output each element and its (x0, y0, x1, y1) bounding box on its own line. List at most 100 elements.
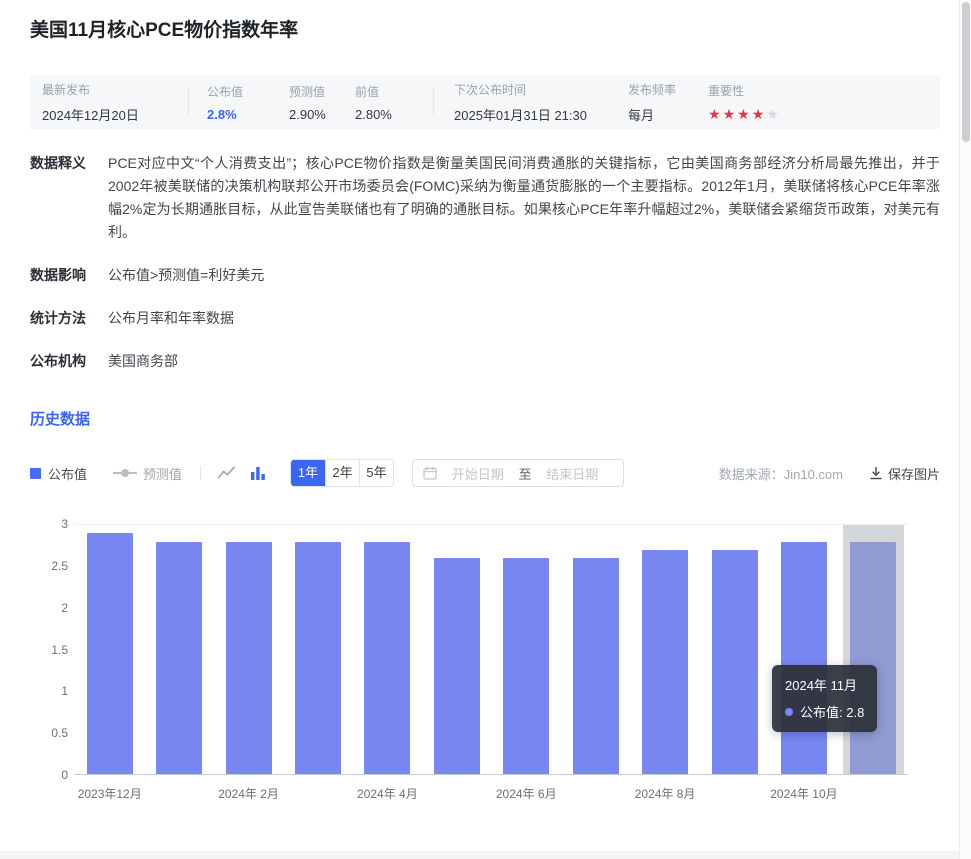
bar-slot[interactable] (353, 525, 422, 774)
summary-divider (433, 87, 434, 117)
x-axis-label: 2024年 10月 (769, 785, 838, 802)
bar-slot[interactable] (75, 525, 144, 774)
data-source-label: 数据来源：Jin10.com (719, 464, 843, 483)
range-button-2y[interactable]: 2年 (325, 460, 359, 486)
summary-actual: 公布值 2.8% (207, 83, 289, 122)
bar-slot[interactable] (630, 525, 699, 774)
bar-chart-toggle-button[interactable] (250, 465, 266, 481)
detail-label: 数据影响 (30, 264, 108, 287)
tooltip-value: 公布值: 2.8 (800, 702, 864, 721)
tooltip-series-dot-icon (785, 708, 793, 716)
bar-chart-icon (250, 465, 266, 481)
bar-slot[interactable] (422, 525, 491, 774)
published-legend-swatch-icon (30, 468, 41, 479)
x-axis-label (700, 785, 769, 802)
y-axis-label: 2.5 (51, 559, 68, 573)
bar-2024年10月[interactable] (781, 542, 827, 774)
page-bottom-edge (0, 851, 959, 859)
y-axis-label: 2 (61, 601, 68, 615)
scrollbar[interactable] (959, 0, 971, 859)
star-icon: ★ (723, 107, 736, 121)
detail-row-method: 统计方法 公布月率和年率数据 (30, 307, 940, 330)
bar-2024年8月[interactable] (642, 550, 688, 774)
forecast-legend-line-dot-icon (113, 469, 137, 477)
bar-2024年3月[interactable] (295, 542, 341, 774)
summary-label: 发布频率 (628, 81, 708, 98)
range-button-5y[interactable]: 5年 (359, 460, 393, 486)
date-range-picker[interactable]: 开始日期 至 结束日期 (412, 459, 624, 487)
save-image-button[interactable]: 保存图片 (869, 464, 940, 483)
summary-label: 预测值 (289, 83, 355, 100)
x-axis-label: 2023年12月 (75, 785, 144, 802)
detail-row-definition: 数据释义 PCE对应中文“个人消费支出”；核心PCE物价指数是衡量美国民间消费通… (30, 152, 940, 244)
detail-content: 美国商务部 (108, 350, 940, 373)
y-axis-label: 1.5 (51, 643, 68, 657)
main-content: 美国11月核心PCE物价指数年率 最新发布 2024年12月20日 公布值 2.… (0, 0, 959, 816)
line-chart-toggle-button[interactable] (217, 465, 236, 481)
summary-bar: 最新发布 2024年12月20日 公布值 2.8% 预测值 2.90% 前值 2… (30, 75, 940, 129)
summary-value: 每月 (628, 105, 708, 124)
summary-importance: 重要性 ★★★★★ (708, 82, 779, 123)
history-bar-chart: 00.511.522.53 2023年12月2024年 2月2024年 4月20… (30, 516, 940, 816)
detail-label: 公布机构 (30, 350, 108, 373)
bar-2024年5月[interactable] (434, 558, 480, 774)
end-date-input[interactable]: 结束日期 (532, 464, 614, 483)
detail-content: 公布月率和年率数据 (108, 307, 940, 330)
range-button-1y[interactable]: 1年 (291, 460, 325, 486)
y-axis-label: 1 (61, 684, 68, 698)
toolbar-divider (200, 466, 201, 480)
bar-slot[interactable] (839, 525, 908, 774)
summary-value: 2025年01月31日 21:30 (454, 105, 628, 124)
summary-label: 下次公布时间 (454, 81, 628, 98)
y-axis: 00.511.522.53 (30, 524, 68, 775)
legend-published[interactable]: 公布值 (30, 464, 87, 483)
page-title: 美国11月核心PCE物价指数年率 (30, 18, 940, 44)
detail-row-impact: 数据影响 公布值>预测值=利好美元 (30, 264, 940, 287)
legend-forecast-label: 预测值 (143, 464, 182, 483)
summary-forecast: 预测值 2.90% (289, 83, 355, 122)
bar-2024年1月[interactable] (156, 542, 202, 774)
section-title-history: 历史数据 (30, 408, 940, 429)
scrollbar-thumb[interactable] (962, 2, 970, 142)
y-axis-label: 0 (61, 768, 68, 782)
plot-area (75, 524, 908, 775)
bar-2023年12月[interactable] (87, 533, 133, 774)
detail-content: PCE对应中文“个人消费支出”；核心PCE物价指数是衡量美国民间消费通胀的关键指… (108, 152, 940, 244)
bar-2024年6月[interactable] (503, 558, 549, 774)
summary-value-actual: 2.8% (207, 107, 289, 122)
y-axis-label: 0.5 (51, 726, 68, 740)
bar-slot[interactable] (561, 525, 630, 774)
star-icon: ★ (708, 107, 721, 121)
x-axis-label (839, 785, 908, 802)
bar-slot[interactable] (492, 525, 561, 774)
x-axis-label: 2024年 2月 (214, 785, 283, 802)
line-chart-icon (217, 465, 236, 481)
chart-tooltip: 2024年 11月 公布值: 2.8 (772, 665, 877, 732)
detail-label: 统计方法 (30, 307, 108, 330)
bar-2024年2月[interactable] (226, 542, 272, 774)
summary-next-release: 下次公布时间 2025年01月31日 21:30 (454, 81, 628, 124)
legend-forecast[interactable]: 预测值 (113, 464, 182, 483)
summary-previous: 前值 2.80% (355, 83, 433, 122)
hover-highlight-band (843, 525, 904, 774)
bar-2024年7月[interactable] (573, 558, 619, 774)
bar-slot[interactable] (283, 525, 352, 774)
download-icon (869, 466, 883, 480)
bar-2024年9月[interactable] (712, 550, 758, 774)
summary-label: 重要性 (708, 82, 779, 99)
bar-slot[interactable] (214, 525, 283, 774)
summary-value: 2024年12月20日 (42, 105, 188, 124)
bar-slot[interactable] (769, 525, 838, 774)
summary-divider (188, 87, 189, 117)
star-icon: ★ (766, 107, 779, 121)
summary-latest-release: 最新发布 2024年12月20日 (42, 81, 188, 124)
star-icon: ★ (737, 107, 750, 121)
bar-slot[interactable] (700, 525, 769, 774)
tooltip-date: 2024年 11月 (785, 675, 864, 694)
calendar-icon (423, 466, 437, 480)
start-date-input[interactable]: 开始日期 (437, 464, 519, 483)
bar-slot[interactable] (144, 525, 213, 774)
bar-2024年4月[interactable] (364, 542, 410, 774)
x-axis-label: 2024年 6月 (492, 785, 561, 802)
detail-label: 数据释义 (30, 152, 108, 244)
